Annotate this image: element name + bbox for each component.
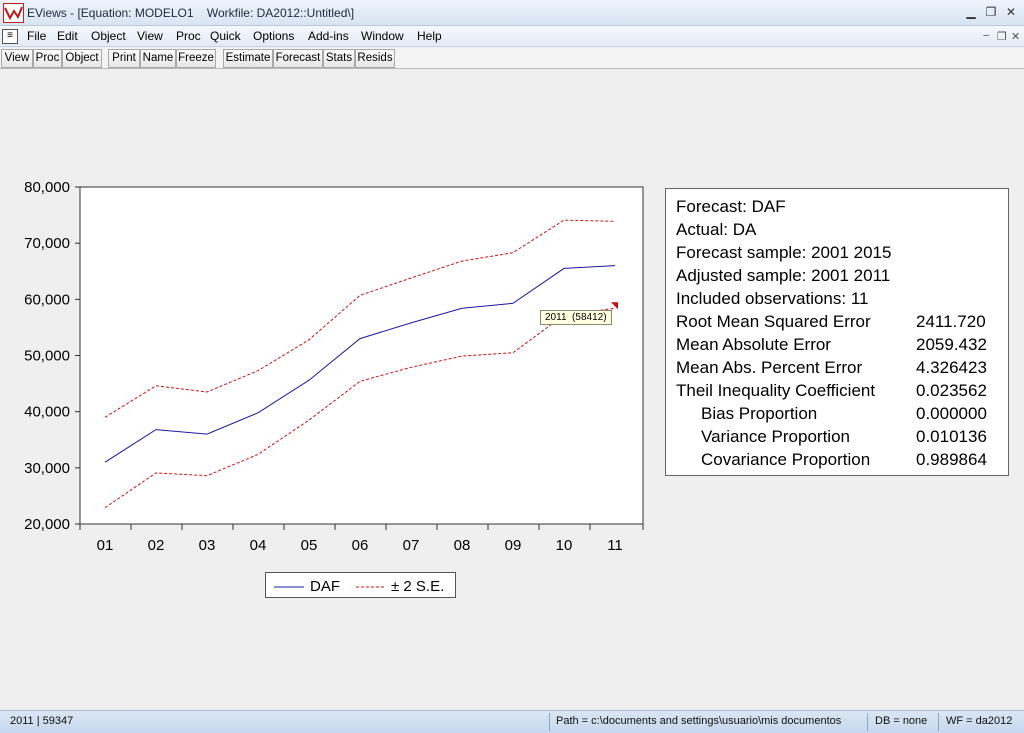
legend-label-se: ± 2 S.E. (391, 578, 445, 595)
x-axis: 01 02 03 04 05 06 07 08 09 10 11 (79, 524, 644, 554)
x-tick-label: 08 (454, 537, 471, 554)
menu-window[interactable]: Window (361, 29, 404, 43)
eviews-logo-icon (3, 3, 24, 23)
chart-legend: DAF ± 2 S.E. (265, 572, 456, 598)
stat-included-observations: Included observations: 11 (676, 289, 869, 308)
x-tick-label: 01 (97, 537, 114, 554)
stat-label-bias: Bias Proportion (701, 404, 818, 423)
stat-label-rmse: Root Mean Squared Error (676, 312, 871, 331)
legend-label-daf: DAF (310, 578, 340, 595)
minimize-button[interactable]: ▁ (962, 4, 980, 20)
forecast-view: 20,000 30,000 40,000 50,000 60,000 70,000 80,0… (0, 70, 1024, 710)
menu-options[interactable]: Options (253, 29, 294, 43)
menu-file[interactable]: File (27, 29, 46, 43)
object-button[interactable]: Object (62, 49, 102, 68)
stat-label-variance: Variance Proportion (701, 427, 850, 446)
y-tick-label: 50,000 (24, 348, 70, 365)
menu-bar: ≡ File Edit Object View Proc Quick Optio… (0, 26, 1024, 47)
stat-value-rmse: 2411.720 (916, 312, 986, 331)
y-tick-label: 60,000 (24, 291, 70, 308)
resids-button[interactable]: Resids (355, 49, 395, 68)
menu-edit[interactable]: Edit (57, 29, 78, 43)
status-db: DB = none (875, 715, 928, 727)
menu-proc[interactable]: Proc (176, 29, 201, 43)
menu-add-ins[interactable]: Add-ins (308, 29, 349, 43)
menu-quick[interactable]: Quick (210, 29, 241, 43)
estimate-button[interactable]: Estimate (223, 49, 273, 68)
title-bar: EViews - [Equation: MODELO1 Workfile: DA… (0, 0, 1024, 26)
y-tick-label: 20,000 (24, 516, 70, 533)
stat-forecast-sample: Forecast sample: 2001 2015 (676, 243, 892, 262)
stat-value-theil: 0.023562 (916, 381, 987, 400)
status-separator (549, 713, 550, 731)
x-tick-label: 03 (199, 537, 216, 554)
window-title: EViews - [Equation: MODELO1 Workfile: DA… (27, 6, 355, 20)
stat-label-covariance: Covariance Proportion (701, 450, 871, 469)
child-close-button[interactable]: ✕ (1011, 30, 1020, 43)
forecast-button[interactable]: Forecast (273, 49, 323, 68)
status-separator (938, 713, 939, 731)
child-minimize-button[interactable]: − (983, 30, 989, 42)
y-axis: 20,000 30,000 40,000 50,000 60,000 70,000 80,0… (24, 179, 80, 533)
status-path: Path = c:\documents and settings\usuario… (556, 715, 842, 727)
forecast-statistics-panel: Forecast: DAF Actual: DA Forecast sample… (665, 188, 1009, 476)
menu-help[interactable]: Help (417, 29, 442, 43)
x-tick-label: 10 (556, 537, 573, 554)
x-tick-label: 06 (352, 537, 369, 554)
status-bar: 2011 | 59347 Path = c:\documents and set… (0, 710, 1024, 733)
stat-value-covariance: 0.989864 (916, 450, 987, 469)
y-tick-label: 70,000 (24, 235, 70, 252)
x-tick-label: 05 (301, 537, 318, 554)
document-menu-icon[interactable]: ≡ (2, 29, 18, 44)
stat-label-mae: Mean Absolute Error (676, 335, 831, 354)
restore-button[interactable]: ❐ (982, 4, 1000, 20)
stat-label-theil: Theil Inequality Coefficient (676, 381, 876, 400)
status-workfile: WF = da2012 (946, 715, 1013, 727)
status-cursor-value: 2011 | 59347 (10, 715, 74, 727)
stat-label-mape: Mean Abs. Percent Error (676, 358, 863, 377)
x-tick-label: 02 (148, 537, 165, 554)
stat-forecast: Forecast: DAF (676, 197, 786, 216)
close-button[interactable]: ✕ (1002, 4, 1020, 20)
stat-actual: Actual: DA (676, 220, 757, 239)
x-tick-label: 11 (607, 537, 623, 554)
stat-value-variance: 0.010136 (916, 427, 987, 446)
y-tick-label: 30,000 (24, 460, 70, 477)
name-button[interactable]: Name (140, 49, 176, 68)
x-tick-label: 04 (250, 537, 267, 554)
stat-value-mape: 4.326423 (916, 358, 987, 377)
freeze-button[interactable]: Freeze (176, 49, 216, 68)
y-tick-label: 40,000 (24, 404, 70, 421)
child-restore-button[interactable]: ❐ (997, 30, 1007, 43)
status-separator (867, 713, 868, 731)
x-tick-label: 09 (505, 537, 522, 554)
menu-object[interactable]: Object (91, 29, 126, 43)
stats-button[interactable]: Stats (323, 49, 355, 68)
stat-adjusted-sample: Adjusted sample: 2001 2011 (676, 266, 891, 285)
proc-button[interactable]: Proc (33, 49, 62, 68)
equation-toolbar: View Proc Object Print Name Freeze Estim… (0, 48, 1024, 69)
print-button[interactable]: Print (108, 49, 140, 68)
menu-view[interactable]: View (137, 29, 163, 43)
stat-value-bias: 0.000000 (916, 404, 987, 423)
view-button[interactable]: View (1, 49, 33, 68)
x-tick-label: 07 (403, 537, 420, 554)
stat-value-mae: 2059.432 (916, 335, 987, 354)
data-point-tooltip: 2011 (58412) (540, 310, 612, 325)
y-tick-label: 80,000 (24, 179, 70, 196)
